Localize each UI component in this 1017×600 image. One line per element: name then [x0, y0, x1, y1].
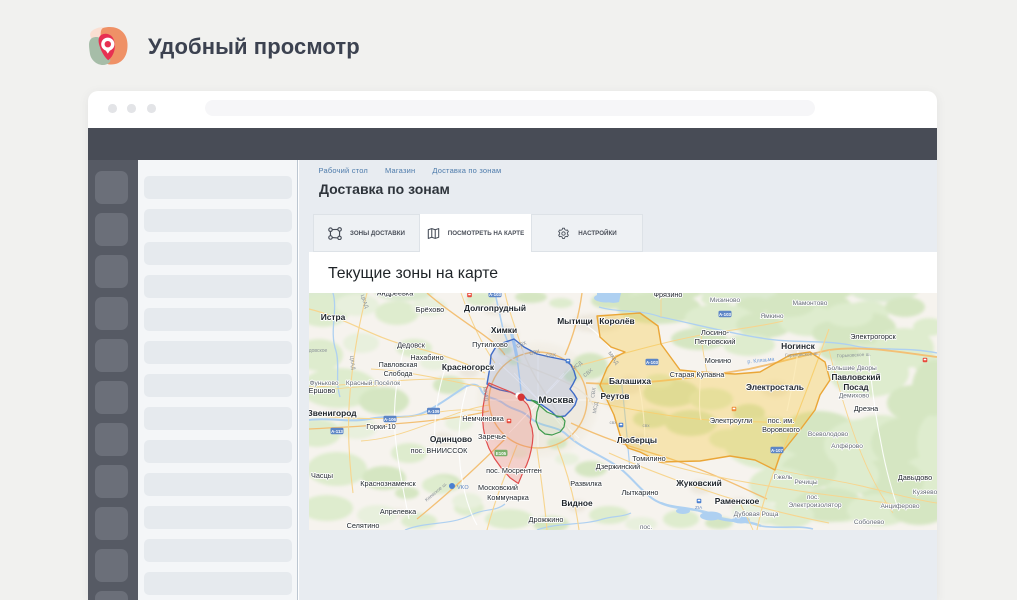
svg-text:Дрезна: Дрезна — [854, 404, 879, 413]
svg-text:Часцы: Часцы — [311, 471, 333, 480]
svg-text:Павловская: Павловская — [379, 362, 418, 369]
svg-text:Красногорск: Красногорск — [442, 362, 495, 372]
svg-text:Большие Дворы: Большие Дворы — [827, 365, 877, 372]
svg-text:пос. им.: пос. им. — [768, 416, 794, 425]
svg-text:Монино: Монино — [705, 356, 731, 365]
svg-text:А-113: А-113 — [331, 429, 343, 434]
svg-text:Апрелевка: Апрелевка — [380, 507, 417, 516]
svg-text:Кузяево: Кузяево — [913, 489, 937, 496]
svg-text:Королёв: Королёв — [599, 316, 634, 326]
svg-text:пос.: пос. — [640, 524, 653, 530]
svg-text:Алфёрово: Алфёрово — [831, 443, 863, 450]
svg-text:Мизиново: Мизиново — [710, 297, 741, 304]
svg-text:Люберцы: Люберцы — [617, 435, 657, 445]
svg-text:Демихово: Демихово — [839, 393, 870, 400]
svg-text:Электрогорск: Электрогорск — [850, 332, 896, 341]
svg-text:пос.: пос. — [807, 494, 820, 501]
svg-text:Истра: Истра — [321, 312, 346, 322]
svg-text:Гжель: Гжель — [774, 474, 793, 481]
svg-text:Электросталь: Электросталь — [746, 382, 804, 392]
svg-text:А-107: А-107 — [771, 448, 784, 453]
svg-text:Жуковский: Жуковский — [675, 478, 722, 488]
svg-text:Видное: Видное — [561, 498, 593, 508]
svg-text:Ершово: Ершово — [309, 386, 335, 395]
svg-text:Петровский: Петровский — [695, 337, 736, 346]
svg-text:Фуньково: Фуньково — [309, 380, 338, 387]
svg-text:ZIA: ZIA — [695, 505, 703, 510]
svg-text:Слобода: Слобода — [384, 370, 413, 378]
svg-text:Воровского: Воровского — [762, 425, 800, 434]
svg-text:Горки-10: Горки-10 — [366, 422, 395, 431]
svg-text:Анциферово: Анциферово — [880, 503, 919, 510]
svg-text:Дрожжино: Дрожжино — [529, 515, 564, 524]
svg-text:Андреевка: Андреевка — [377, 293, 415, 298]
svg-text:Давыдово: Давыдово — [898, 473, 932, 482]
svg-text:Химки: Химки — [491, 325, 517, 335]
svg-text:Электроугли: Электроугли — [710, 416, 752, 425]
svg-text:Речицы: Речицы — [794, 479, 817, 486]
svg-text:Ногинск: Ногинск — [781, 341, 816, 351]
svg-text:Ямкино: Ямкино — [760, 313, 784, 320]
svg-text:Краснознаменск: Краснознаменск — [360, 479, 416, 488]
svg-text:Е105: Е105 — [496, 451, 507, 456]
svg-text:довское: довское — [309, 348, 328, 354]
svg-text:Заречье: Заречье — [478, 432, 506, 441]
svg-text:Одинцово: Одинцово — [430, 434, 472, 444]
svg-text:Красный Посёлок: Красный Посёлок — [346, 379, 400, 387]
svg-text:Дедовск: Дедовск — [397, 341, 426, 350]
svg-text:Нахабино: Нахабино — [410, 353, 443, 362]
svg-text:Реутов: Реутов — [601, 391, 630, 401]
svg-text:Всеволодово: Всеволодово — [808, 431, 849, 438]
svg-text:Долгопрудный: Долгопрудный — [464, 303, 526, 313]
svg-text:А-109: А-109 — [428, 409, 441, 414]
svg-text:пос. Мосрентген: пос. Мосрентген — [486, 466, 542, 475]
svg-text:Павловский: Павловский — [831, 373, 880, 382]
svg-text:пос. ВНИИССОК: пос. ВНИИССОК — [411, 446, 468, 455]
svg-text:А-103: А-103 — [719, 312, 732, 317]
svg-text:А-103: А-103 — [489, 293, 502, 297]
svg-text:Брёхово: Брёхово — [416, 305, 444, 314]
svg-text:Балашиха: Балашиха — [609, 376, 651, 386]
svg-text:Дзержинский: Дзержинский — [596, 462, 641, 471]
svg-text:свх: свх — [609, 420, 617, 425]
svg-text:Мытищи: Мытищи — [557, 316, 593, 326]
svg-text:Московский: Московский — [478, 483, 518, 492]
svg-text:Немчиновка: Немчиновка — [462, 414, 505, 423]
svg-text:Посад: Посад — [843, 383, 869, 392]
svg-text:Лыткарино: Лыткарино — [621, 488, 658, 497]
svg-text:Путилково: Путилково — [472, 340, 508, 349]
svg-text:свх: свх — [642, 423, 650, 428]
svg-text:Москва: Москва — [539, 395, 575, 406]
svg-text:Лосино-: Лосино- — [701, 328, 730, 337]
svg-text:Коммунарка: Коммунарка — [487, 493, 530, 502]
svg-text:Раменское: Раменское — [715, 496, 760, 506]
svg-text:Звенигород: Звенигород — [309, 408, 357, 418]
svg-text:Мамонтово: Мамонтово — [793, 300, 828, 307]
svg-text:Старая Купавна: Старая Купавна — [670, 370, 725, 379]
svg-text:Селятино: Селятино — [347, 521, 380, 530]
svg-text:СВХ: СВХ — [545, 352, 557, 359]
svg-text:Фрязино: Фрязино — [654, 293, 683, 299]
svg-text:Дубовая Роща: Дубовая Роща — [734, 510, 779, 518]
svg-text:Электроизолятор: Электроизолятор — [788, 502, 842, 509]
svg-text:VKO: VKO — [457, 485, 469, 491]
svg-text:А-103: А-103 — [646, 360, 659, 365]
svg-text:Соболево: Соболево — [854, 518, 885, 526]
svg-text:Развилка: Развилка — [570, 479, 603, 488]
